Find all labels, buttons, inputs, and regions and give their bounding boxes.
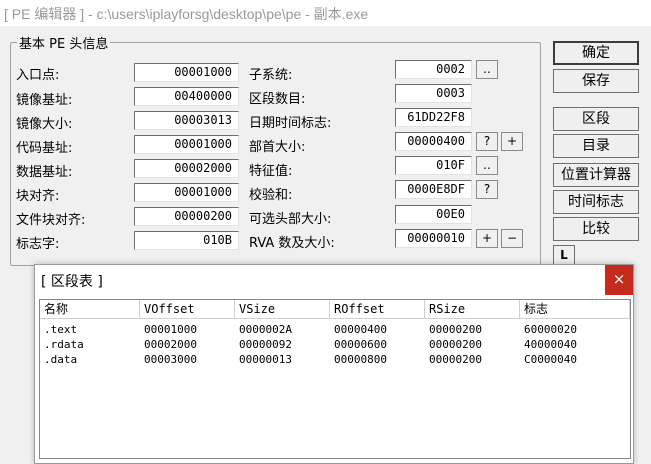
timestamp-field[interactable]: 61DD22F8 — [395, 108, 472, 127]
characteristics-more-button[interactable]: .. — [476, 156, 498, 175]
image-base-field[interactable]: 00400000 — [134, 87, 239, 106]
roffset-cell: 00000800 — [334, 353, 387, 366]
file-alignment-field[interactable]: 00000200 — [134, 207, 239, 226]
sections-button[interactable]: 区段 — [553, 107, 639, 131]
section-list[interactable]: 名称 VOffset VSize ROffset RSize 标志 .text … — [39, 299, 631, 459]
section-name-cell[interactable]: .data — [44, 353, 77, 366]
flags-cell: 60000020 — [524, 323, 577, 336]
section-table-window: [ 区段表 ] × 名称 VOffset VSize ROffset RSize… — [34, 264, 634, 464]
data-base-field[interactable]: 00002000 — [134, 159, 239, 178]
column-header-rsize[interactable]: RSize — [425, 300, 520, 319]
entry-point-field[interactable]: 00001000 — [134, 63, 239, 82]
voffset-cell: 00001000 — [144, 323, 197, 336]
num-sections-field[interactable]: 0003 — [395, 84, 472, 103]
characteristics-label: 特征值: — [249, 164, 293, 179]
image-size-label: 镜像大小: — [16, 117, 73, 132]
flags-cell: 40000040 — [524, 338, 577, 351]
header-size-help-button[interactable]: ? — [476, 132, 498, 151]
vsize-cell: 00000092 — [239, 338, 292, 351]
code-base-label: 代码基址: — [16, 141, 73, 156]
subsystem-field[interactable]: 0002 — [395, 60, 472, 79]
section-name-cell[interactable]: .rdata — [44, 338, 84, 351]
voffset-cell: 00003000 — [144, 353, 197, 366]
directories-button[interactable]: 目录 — [553, 134, 639, 158]
l-button[interactable]: L — [553, 245, 575, 265]
image-size-field[interactable]: 00003013 — [134, 111, 239, 130]
rva-count-label: RVA 数及大小: — [249, 236, 335, 251]
section-alignment-field[interactable]: 00001000 — [134, 183, 239, 202]
vsize-cell: 0000002A — [239, 323, 292, 336]
roffset-cell: 00000400 — [334, 323, 387, 336]
flc-button[interactable]: 位置计算器 — [553, 163, 639, 187]
column-header-voffset[interactable]: VOffset — [140, 300, 235, 319]
rsize-cell: 00000200 — [429, 353, 482, 366]
characteristics-field[interactable]: 010F — [395, 156, 472, 175]
checksum-label: 校验和: — [249, 188, 293, 203]
ok-button[interactable]: 确定 — [553, 41, 639, 65]
group-title: 基本 PE 头信息 — [17, 33, 111, 52]
compare-button[interactable]: 比较 — [553, 217, 639, 241]
header-size-label: 部首大小: — [249, 140, 306, 155]
header-size-field[interactable]: 00000400 — [395, 132, 472, 151]
close-icon[interactable]: × — [605, 265, 633, 295]
section-alignment-label: 块对齐: — [16, 189, 60, 204]
opt-header-size-field[interactable]: 00E0 — [395, 205, 472, 224]
rsize-cell: 00000200 — [429, 338, 482, 351]
subsystem-label: 子系统: — [249, 68, 293, 83]
roffset-cell: 00000600 — [334, 338, 387, 351]
column-header-vsize[interactable]: VSize — [235, 300, 330, 319]
opt-header-size-label: 可选头部大小: — [249, 212, 332, 227]
header-size-plus-button[interactable]: + — [501, 132, 523, 151]
column-header-roffset[interactable]: ROffset — [330, 300, 425, 319]
vsize-cell: 00000013 — [239, 353, 292, 366]
window-title: [ PE 编辑器 ] - c:\users\iplayforsg\desktop… — [4, 6, 369, 22]
entry-point-label: 入口点: — [16, 68, 60, 83]
voffset-cell: 00002000 — [144, 338, 197, 351]
image-base-label: 镜像基址: — [16, 93, 73, 108]
save-button[interactable]: 保存 — [553, 69, 639, 93]
rva-count-plus-button[interactable]: + — [476, 229, 498, 248]
section-table-title: [ 区段表 ] — [41, 274, 103, 290]
rva-count-minus-button[interactable]: − — [501, 229, 523, 248]
timestamp-label: 日期时间标志: — [249, 116, 332, 131]
window-titlebar: [ PE 编辑器 ] - c:\users\iplayforsg\desktop… — [0, 0, 651, 26]
magic-field[interactable]: 010B — [134, 231, 239, 250]
checksum-help-button[interactable]: ? — [476, 180, 498, 199]
file-alignment-label: 文件块对齐: — [16, 213, 86, 228]
checksum-field[interactable]: 0000E8DF — [395, 180, 472, 199]
rsize-cell: 00000200 — [429, 323, 482, 336]
timestamp-button[interactable]: 时间标志 — [553, 190, 639, 214]
code-base-field[interactable]: 00001000 — [134, 135, 239, 154]
num-sections-label: 区段数目: — [249, 92, 306, 107]
rva-count-field[interactable]: 00000010 — [395, 229, 472, 248]
section-name-cell[interactable]: .text — [44, 323, 77, 336]
column-header-flags[interactable]: 标志 — [520, 300, 630, 319]
data-base-label: 数据基址: — [16, 165, 73, 180]
flags-cell: C0000040 — [524, 353, 577, 366]
subsystem-more-button[interactable]: .. — [476, 60, 498, 79]
column-header-name[interactable]: 名称 — [40, 300, 140, 319]
magic-label: 标志字: — [16, 237, 60, 252]
